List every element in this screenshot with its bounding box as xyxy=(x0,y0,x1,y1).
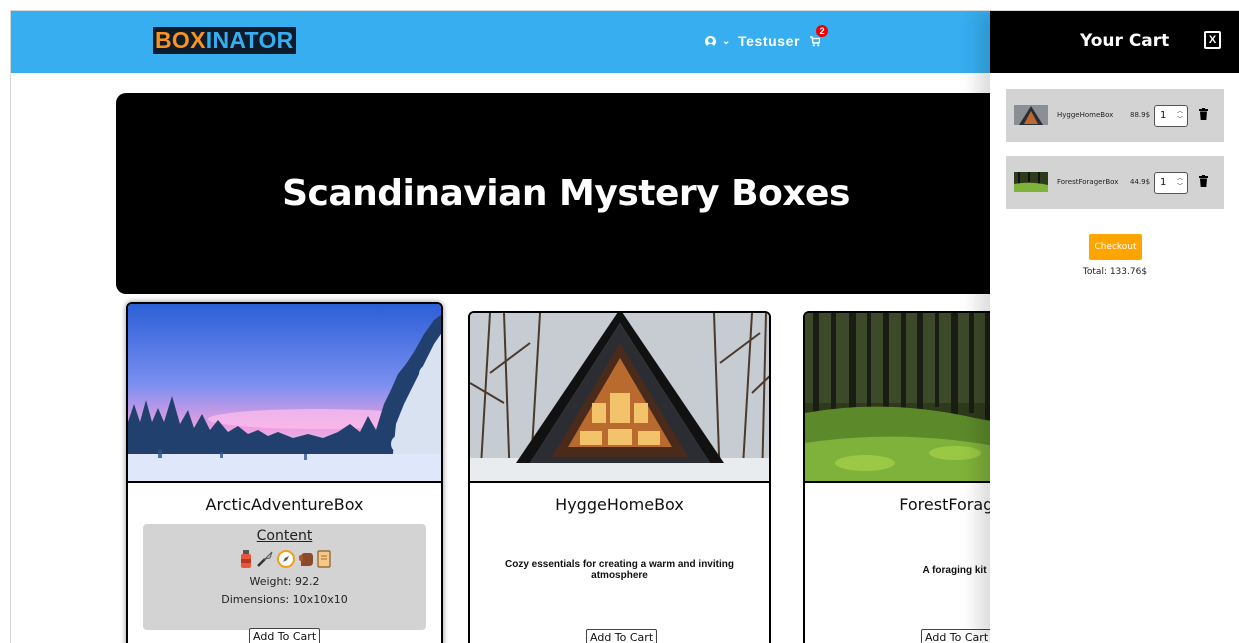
quantity-value: 1 xyxy=(1160,177,1167,188)
cart-icon xyxy=(810,36,821,47)
product-image-arctic xyxy=(128,304,441,483)
knife-icon xyxy=(256,551,272,567)
cart-drawer: Your Cart X HyggeHomeBox 88.9$ 1 ︿ ﹀ Fores… xyxy=(990,11,1239,643)
product-title: HyggeHomeBox xyxy=(555,495,684,514)
content-icons xyxy=(143,549,426,569)
notebook-icon xyxy=(316,550,331,568)
glove-icon xyxy=(298,553,313,566)
add-to-cart-button[interactable]: Add To Cart xyxy=(921,629,993,643)
quantity-stepper[interactable]: 1 ︿ ﹀ xyxy=(1154,105,1188,127)
add-to-cart-button[interactable]: Add To Cart xyxy=(586,629,658,643)
product-card-arctic[interactable]: ArcticAdventureBox Content Weight: 92.2 … xyxy=(126,302,443,643)
product-image-hygge xyxy=(470,313,769,483)
compass-icon xyxy=(276,550,295,568)
cart-item-thumbnail xyxy=(1014,105,1048,125)
user-circle-icon xyxy=(705,35,716,47)
cart-total: Total: 133.76$ xyxy=(1082,267,1148,277)
quantity-value: 1 xyxy=(1160,110,1167,121)
product-dimensions: Dimensions: 10x10x10 xyxy=(221,593,348,606)
add-to-cart-button[interactable]: Add To Cart xyxy=(249,628,321,643)
cart-button[interactable]: 2 xyxy=(810,25,829,48)
hero-title: Scandinavian Mystery Boxes xyxy=(282,173,850,214)
cart-item: ForestForagerBox 44.9$ 1 ︿ ﹀ xyxy=(1006,156,1224,209)
cart-item-price: 88.9$ xyxy=(1130,111,1151,119)
product-weight: Weight: 92.2 xyxy=(249,575,320,588)
trash-icon[interactable] xyxy=(1199,175,1208,187)
quantity-stepper[interactable]: 1 ︿ ﹀ xyxy=(1154,172,1188,194)
cart-item-name: HyggeHomeBox xyxy=(1057,111,1114,119)
hero-banner: Scandinavian Mystery Boxes xyxy=(116,93,1016,294)
chevron-down-icon: ⌄ xyxy=(722,35,731,47)
bottle-icon xyxy=(240,550,251,568)
logo-text-box: BOX xyxy=(155,27,206,53)
cart-header: Your Cart X xyxy=(990,11,1239,73)
cart-item-price: 44.9$ xyxy=(1130,178,1151,186)
logo-text-inator: INATOR xyxy=(205,27,294,53)
content-label: Content xyxy=(256,528,313,544)
spinner-arrows-icon[interactable]: ︿ ﹀ xyxy=(1176,108,1184,124)
product-card-hygge[interactable]: HyggeHomeBox Cozy essentials for creatin… xyxy=(468,311,771,643)
browser-viewport: BOXINATOR ⌄ Testuser 2 Scandinavian Myst… xyxy=(10,10,1239,643)
brand-logo[interactable]: BOXINATOR xyxy=(153,27,296,54)
cart-item-thumbnail xyxy=(1014,172,1048,192)
cart-count-badge: 2 xyxy=(816,25,829,37)
checkout-button[interactable]: Checkout xyxy=(1089,234,1142,260)
trash-icon[interactable] xyxy=(1199,108,1208,120)
cart-title: Your Cart xyxy=(1080,31,1170,51)
spinner-arrows-icon[interactable]: ︿ ﹀ xyxy=(1176,175,1184,191)
close-cart-button[interactable]: X xyxy=(1204,31,1221,49)
username-label: Testuser xyxy=(737,33,801,49)
product-description: Cozy essentials for creating a warm and … xyxy=(505,559,734,581)
cart-item: HyggeHomeBox 88.9$ 1 ︿ ﹀ xyxy=(1006,89,1224,142)
product-title: ArcticAdventureBox xyxy=(205,495,364,514)
product-content-panel: Content Weight: 92.2 Dimensions: 10x10x1… xyxy=(143,524,426,630)
user-menu[interactable]: ⌄ Testuser 2 xyxy=(705,25,829,51)
cart-item-name: ForestForagerBox xyxy=(1057,178,1119,186)
